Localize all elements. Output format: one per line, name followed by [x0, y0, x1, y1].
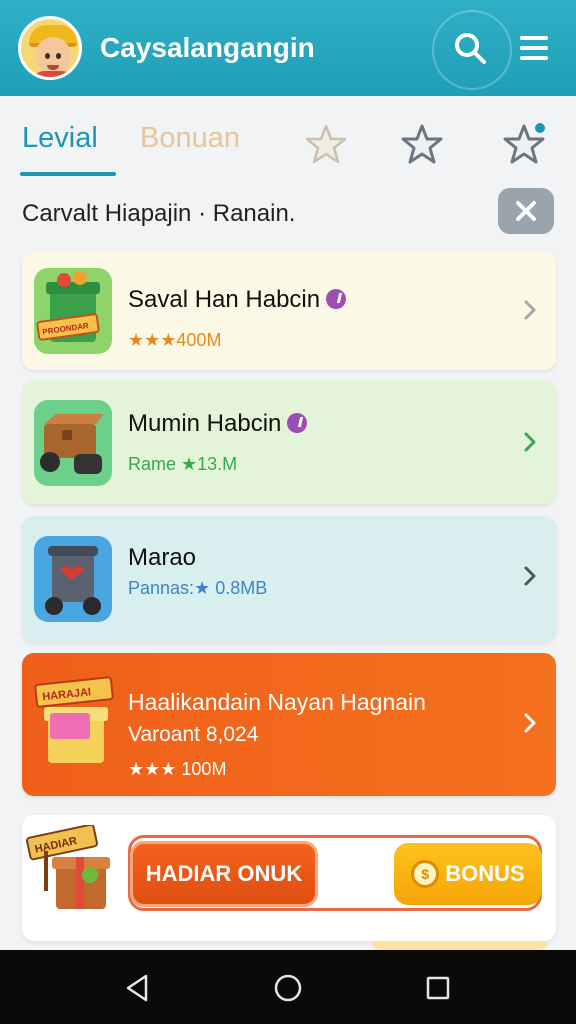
list-item[interactable]: Marao Pannas:★ 0.8MB [22, 516, 556, 642]
promo-card: HADIAR HADIAR ONUK $ BONUS [22, 815, 556, 941]
gift-box-icon: HARAJAI [34, 673, 118, 773]
list-item[interactable]: Mumin Habcin Rame ★13.M [22, 380, 556, 504]
search-button[interactable] [432, 10, 512, 90]
system-nav-bar [0, 950, 576, 1024]
star-outline-icon[interactable] [400, 122, 444, 166]
item-meta: ★★★400M [128, 330, 222, 350]
next-item-peek [372, 942, 548, 950]
avatar[interactable] [18, 16, 82, 80]
item-title: Marao [128, 544, 197, 571]
chevron-right-icon [524, 566, 536, 586]
app-header: Caysalangangin [0, 0, 576, 96]
treasure-cart-icon [34, 400, 112, 486]
item-title: Haalikandain Nayan Hagnain [128, 689, 426, 715]
close-button[interactable] [498, 188, 554, 234]
item-subtitle: Varoant 8,024 [128, 723, 259, 746]
chevron-right-icon [524, 300, 536, 320]
featured-list-item[interactable]: HARAJAI Haalikandain Nayan Hagnain Varoa… [22, 653, 556, 796]
coin-icon: $ [411, 860, 440, 888]
home-icon[interactable] [270, 970, 306, 1006]
bonus-button[interactable]: $ BONUS [394, 843, 542, 905]
verified-badge-icon [287, 412, 308, 433]
close-icon [516, 201, 536, 221]
item-title: Mumin Habcin [128, 410, 308, 438]
tab-bar: Levial Bonuan [0, 110, 576, 180]
tab-bonus[interactable]: Bonuan [140, 122, 240, 155]
menu-button[interactable] [510, 24, 558, 72]
gift-sign-icon: HADIAR [26, 823, 122, 925]
star-notification-icon[interactable] [502, 122, 546, 166]
item-meta: Pannas:★ 0.8MB [128, 578, 268, 598]
search-icon [455, 33, 486, 64]
active-tab-indicator [20, 172, 116, 176]
section-header: Carvalt Hiapajin · Ranain. [0, 186, 576, 240]
tab-level[interactable]: Levial [22, 122, 98, 155]
chevron-right-icon [524, 432, 536, 452]
verified-badge-icon [326, 288, 347, 309]
section-title: Carvalt Hiapajin · Ranain. [22, 200, 296, 227]
gift-bin-icon: PROONDAR [34, 268, 112, 354]
trash-cart-icon [34, 536, 112, 622]
star-tab-icon[interactable] [304, 122, 348, 166]
bonus-label: BONUS [445, 861, 525, 886]
hamburger-menu-icon [520, 36, 548, 60]
item-title: Saval Han Habcin [128, 286, 347, 314]
hadiar-onuk-button[interactable]: HADIAR ONUK [130, 841, 318, 907]
chevron-right-icon [524, 713, 536, 733]
list-item[interactable]: PROONDAR Saval Han Habcin ★★★400M [22, 252, 556, 370]
app-title: Caysalangangin [100, 32, 315, 63]
item-meta: ★★★ 100M [128, 759, 227, 779]
item-meta: Rame ★13.M [128, 454, 238, 474]
back-icon[interactable] [120, 970, 156, 1006]
recents-icon[interactable] [420, 970, 456, 1006]
